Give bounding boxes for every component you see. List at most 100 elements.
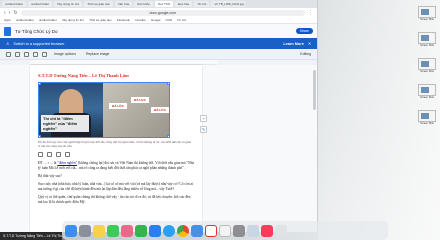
docs-toolbar: Image options Replace image Editing: [0, 49, 317, 60]
browser-tab[interactable]: Vn TB_HSB_NGỌ.jpg: [211, 1, 246, 7]
browser-tab[interactable]: Văn hóa: [114, 1, 133, 7]
editing-mode-select[interactable]: Editing: [300, 52, 311, 56]
resize-handle[interactable]: [167, 135, 169, 137]
bookmark-item[interactable]: Apps: [4, 18, 11, 22]
trash-icon[interactable]: [275, 224, 287, 237]
browser-warning-banner: ⚠ Switch to a supported browser Learn Mo…: [0, 38, 317, 49]
thumbnail-item[interactable]: Screen Shot: [418, 84, 436, 99]
thumbnail-item[interactable]: Screen Shot: [418, 110, 436, 125]
document-page[interactable]: S.T.T.D Tướng Nặng Tiến – Lê Thị Thanh L…: [30, 65, 202, 232]
warning-icon: ⚠: [6, 42, 10, 46]
bookmark-item[interactable]: Facebook: [117, 18, 130, 22]
bookmark-item[interactable]: Thời sự giáo dục: [89, 18, 112, 22]
thumbnail-label: Screen Shot: [420, 18, 434, 21]
bookmark-item[interactable]: CNN: [166, 18, 173, 22]
thumbnail-item[interactable]: Screen Shot: [418, 6, 436, 21]
bookmark-item[interactable]: untitled folder: [39, 18, 57, 22]
address-bar[interactable]: docs.google.com: [20, 9, 305, 16]
back-icon[interactable]: ‹: [4, 10, 6, 16]
screenshot-icon: [418, 6, 436, 18]
paragraph-prefix: ĐT ... + ... là: [38, 161, 58, 165]
document-title[interactable]: Tư Tông Chức Lý Do: [15, 29, 292, 34]
docs-logo-icon[interactable]: [4, 26, 11, 36]
address-row: ‹ › ↻ docs.google.com ⋮: [0, 8, 317, 17]
bookmark-item[interactable]: Xây dựng tin tức: [62, 18, 84, 22]
redo-icon[interactable]: [15, 51, 20, 57]
dock: [62, 221, 388, 240]
bookmark-item[interactable]: untitled folder: [16, 18, 34, 22]
wrap-inline-icon[interactable]: [38, 152, 43, 157]
bookmark-item[interactable]: Youtube: [135, 18, 146, 22]
minimized-window-label[interactable]: S.T.T.D Tướng Nặng Tiến – Lê Thị Thanh..…: [0, 232, 62, 240]
paragraph: ĐT ... + ... là "điểm nghẽn" [không chốn…: [38, 161, 194, 171]
safari-icon[interactable]: [163, 224, 175, 237]
suggest-edit-icon[interactable]: ✎: [200, 126, 207, 133]
floating-side-tools: + ✎: [200, 115, 207, 133]
calendar-icon[interactable]: [205, 224, 217, 237]
reminders-icon[interactable]: [219, 224, 231, 237]
desktop-thumbnails: Screen Shot Screen Shot Screen Shot Scre…: [418, 6, 436, 125]
thumbnail-item[interactable]: Screen Shot: [418, 32, 436, 47]
resize-handle[interactable]: [39, 83, 41, 85]
close-icon[interactable]: ✕: [308, 41, 311, 46]
bookmarks-bar: Apps untitled folder untitled folder Xây…: [0, 17, 317, 24]
placard: ĐÃ LỰA: [131, 97, 149, 103]
bookmark-item[interactable]: Google: [151, 18, 161, 22]
reload-icon[interactable]: ↻: [13, 10, 17, 16]
wrap-text-icon[interactable]: [47, 152, 52, 157]
launchpad-icon[interactable]: [79, 224, 91, 237]
browser-tab[interactable]: Thời sự giáo dục: [84, 1, 113, 7]
screenshot-icon: [418, 32, 436, 44]
replace-image-button[interactable]: Replace image: [83, 51, 112, 57]
finder-icon[interactable]: [65, 224, 77, 237]
facetime-icon[interactable]: [135, 224, 147, 237]
photo-left: Thì chỉ là "điểm nghẽn" của "điểm nghẽn": [39, 83, 103, 137]
browser-tab[interactable]: Đọc báo: [175, 1, 193, 7]
browser-tab[interactable]: Sức khỏe: [134, 1, 153, 7]
thumbnail-label: Screen Shot: [420, 70, 434, 73]
browser-window: untitled folder untitled folder Xây dựng…: [0, 0, 318, 232]
music-icon[interactable]: [261, 224, 273, 237]
selected-image[interactable]: Thì chỉ là "điểm nghẽn" của "điểm nghẽn"…: [38, 82, 170, 138]
resize-handle[interactable]: [167, 83, 169, 85]
thumbnail-label: Screen Shot: [420, 44, 434, 47]
image-inline-toolbar: [38, 151, 194, 158]
browser-tab-active[interactable]: Doc TSN: [154, 1, 174, 7]
inline-link[interactable]: "điểm nghẽn": [57, 161, 77, 165]
more-options-icon[interactable]: [65, 152, 70, 157]
browser-tab[interactable]: untitled folder: [2, 1, 27, 7]
learn-more-link[interactable]: Learn More: [283, 42, 303, 46]
mail-icon[interactable]: [191, 224, 203, 237]
image-options-button[interactable]: Image options: [51, 51, 79, 57]
break-text-icon[interactable]: [56, 152, 61, 157]
add-comment-icon[interactable]: +: [200, 115, 207, 122]
document-heading: S.T.T.D Tướng Nặng Tiến – Lê Thị Thanh L…: [38, 73, 129, 78]
scrollbar[interactable]: [313, 70, 316, 110]
chrome-icon[interactable]: [177, 224, 189, 237]
forward-icon[interactable]: ›: [9, 10, 11, 16]
border-icon[interactable]: [42, 51, 47, 57]
thumbnail-item[interactable]: Screen Shot: [418, 58, 436, 73]
photos-icon[interactable]: [121, 224, 133, 237]
appstore-icon[interactable]: [149, 224, 161, 237]
browser-tab[interactable]: untitled folder: [28, 1, 53, 7]
browser-tab[interactable]: Tin tức: [194, 1, 210, 7]
banner-text: Switch to a supported browser: [13, 41, 65, 46]
bookmark-item[interactable]: Tin tức: [177, 18, 186, 22]
share-button[interactable]: Share: [295, 28, 313, 34]
paragraph: Sao cuộc nhà (nhà báo, nhà lý luận, nhà …: [38, 182, 194, 191]
settings-icon[interactable]: [233, 224, 245, 237]
crop-icon[interactable]: [33, 51, 38, 57]
resize-handle[interactable]: [39, 135, 41, 137]
browser-tab[interactable]: Xây dựng tin tức: [54, 1, 83, 7]
print-icon[interactable]: [24, 51, 29, 57]
notes-icon[interactable]: [93, 224, 105, 237]
screenshot-icon: [418, 58, 436, 70]
paragraph: Bộ thật vậy sao?: [38, 174, 62, 178]
document-canvas: S.T.T.D Tướng Nặng Tiến – Lê Thị Thanh L…: [0, 65, 317, 232]
preview-icon[interactable]: [247, 224, 259, 237]
undo-icon[interactable]: [6, 51, 11, 57]
messages-icon[interactable]: [107, 224, 119, 237]
docs-header: Tư Tông Chức Lý Do Share: [0, 24, 317, 38]
extensions-icon[interactable]: ⋮: [308, 10, 313, 16]
